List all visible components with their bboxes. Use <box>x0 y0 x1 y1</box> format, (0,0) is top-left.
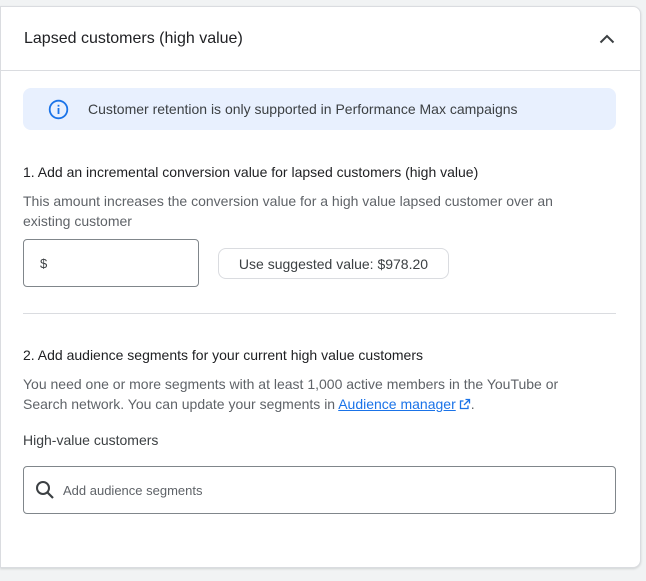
audience-manager-link-text[interactable]: Audience manager <box>338 396 456 412</box>
info-banner: Customer retention is only supported in … <box>23 88 616 130</box>
section-2-help-text: You need one or more segments with at le… <box>23 374 603 414</box>
open-in-new-icon <box>459 398 470 410</box>
audience-segments-search[interactable] <box>23 466 616 514</box>
collapse-button[interactable] <box>595 27 619 51</box>
chevron-up-icon <box>599 34 615 43</box>
card-header[interactable]: Lapsed customers (high value) <box>1 7 640 71</box>
section-1-heading: 1. Add an incremental conversion value f… <box>23 164 479 180</box>
currency-symbol: $ <box>40 255 48 271</box>
high-value-customers-label: High-value customers <box>23 432 159 448</box>
conversion-value-field[interactable] <box>55 255 176 271</box>
search-icon <box>34 479 56 501</box>
audience-segments-input[interactable] <box>63 482 583 498</box>
info-icon <box>48 99 69 120</box>
use-suggested-value-button[interactable]: Use suggested value: $978.20 <box>218 248 449 279</box>
section-2-heading: 2. Add audience segments for your curren… <box>23 347 423 363</box>
card-title: Lapsed customers (high value) <box>24 29 243 47</box>
section-2-help-before-link: You need one or more segments with at le… <box>23 376 559 412</box>
section-2-help-after-link: . <box>470 396 475 412</box>
section-divider <box>23 313 616 314</box>
section-1-help-text: This amount increases the conversion val… <box>23 193 553 229</box>
audience-manager-link[interactable]: Audience manager <box>338 396 471 412</box>
conversion-value-input[interactable]: $ <box>23 239 199 287</box>
info-banner-text: Customer retention is only supported in … <box>88 101 518 117</box>
